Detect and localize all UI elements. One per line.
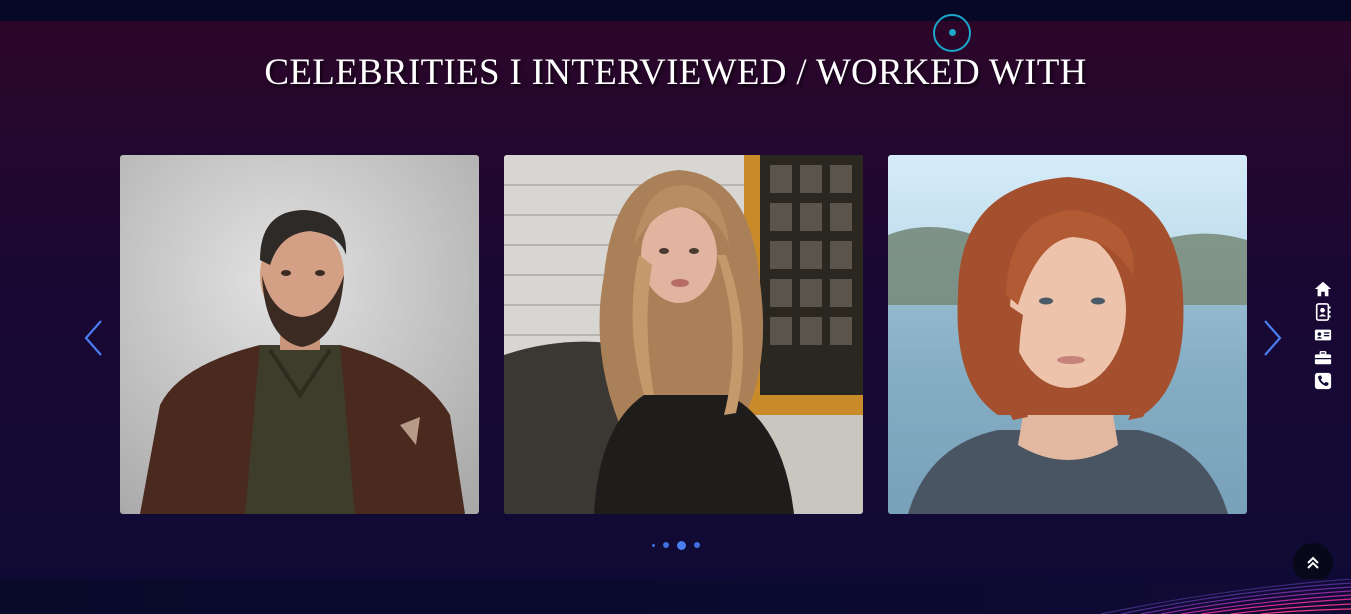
pagination-dot-4[interactable] xyxy=(693,542,700,548)
chevron-right-icon xyxy=(1264,320,1282,356)
scroll-to-top-button[interactable] xyxy=(1293,543,1333,583)
footer-band xyxy=(0,579,1351,614)
celebrity-photo-1 xyxy=(120,155,479,514)
pagination-dot-3-active[interactable] xyxy=(676,540,686,550)
chevron-left-icon xyxy=(84,320,102,356)
footer-circle-dot xyxy=(949,29,956,36)
section-title: CELEBRITIES I INTERVIEWED / WORKED WITH xyxy=(264,52,1087,93)
decorative-lines xyxy=(1101,579,1351,614)
carousel-pagination xyxy=(0,539,1351,551)
double-chevron-up-icon xyxy=(1307,556,1319,569)
celebrity-card-1[interactable] xyxy=(120,155,479,514)
side-navigation xyxy=(1313,280,1333,390)
home-icon[interactable] xyxy=(1314,280,1332,298)
pagination-dot-2[interactable] xyxy=(662,542,669,548)
phone-icon[interactable] xyxy=(1314,372,1332,390)
celebrity-card-3[interactable] xyxy=(888,155,1247,514)
top-strip xyxy=(0,0,1351,21)
carousel-prev-button[interactable] xyxy=(82,318,106,358)
celebrity-card-2[interactable] xyxy=(504,155,863,514)
briefcase-icon[interactable] xyxy=(1314,349,1332,367)
celebrity-photo-2 xyxy=(504,155,863,514)
id-card-icon[interactable] xyxy=(1314,326,1332,344)
celebrity-photo-3 xyxy=(888,155,1247,514)
carousel-next-button[interactable] xyxy=(1260,318,1284,358)
contact-book-icon[interactable] xyxy=(1314,303,1332,321)
pagination-dot-1[interactable] xyxy=(651,543,655,547)
